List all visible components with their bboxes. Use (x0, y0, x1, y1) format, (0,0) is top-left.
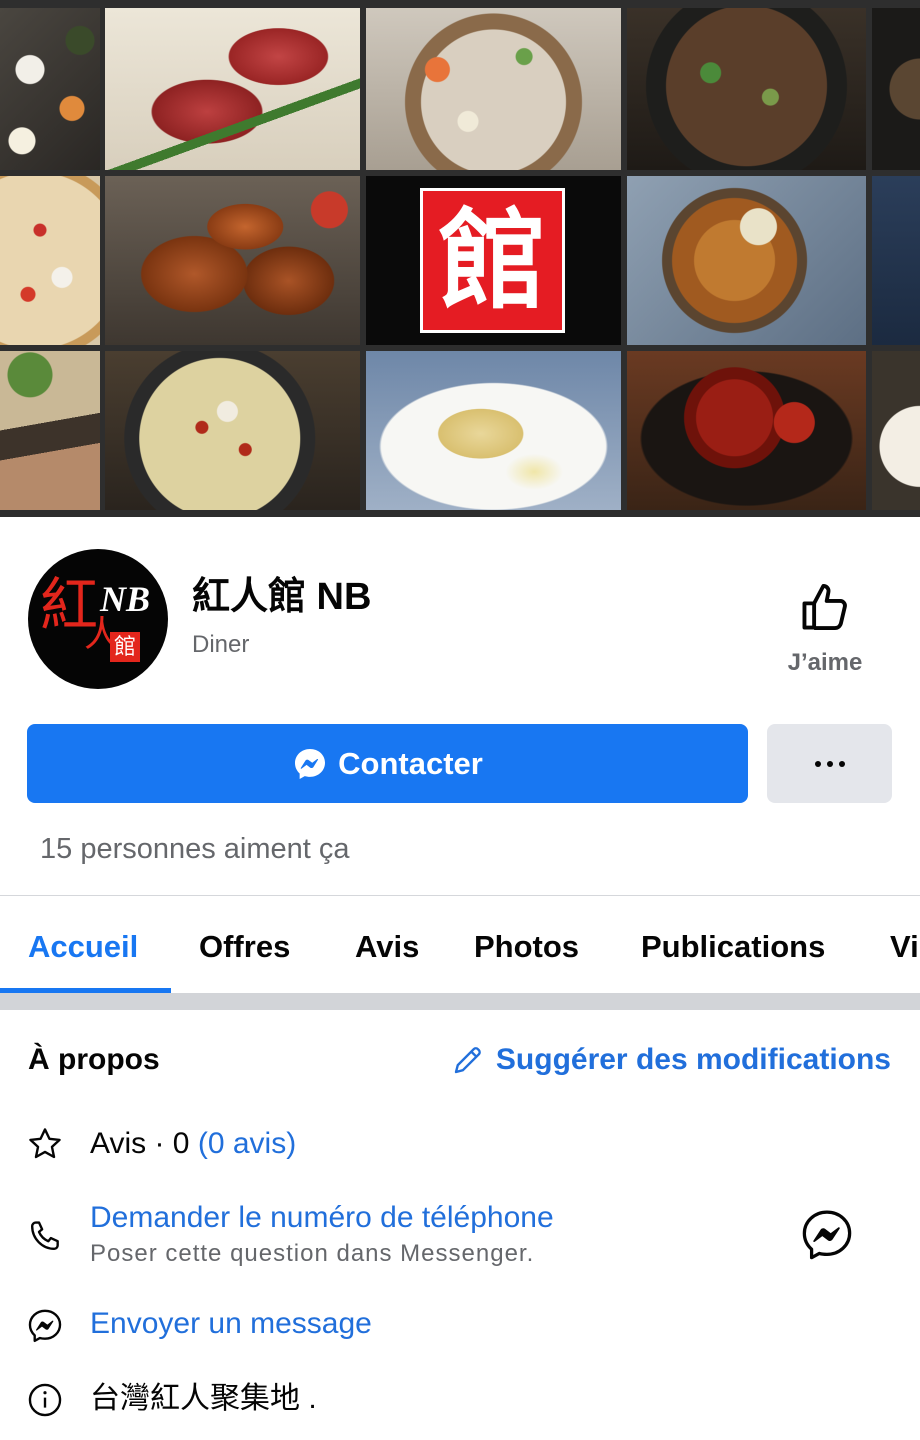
cover-photo-tile (872, 176, 920, 345)
cover-logo-tile: 館 (366, 176, 621, 345)
page-title: 紅人館 NB (192, 576, 372, 618)
cover-photo-tile (105, 351, 360, 510)
messenger-icon (295, 748, 326, 779)
contact-button[interactable]: Contacter (27, 724, 748, 803)
suggest-edits-link[interactable]: Suggérer des modifications (450, 1041, 891, 1079)
cover-photo-tile (0, 8, 100, 170)
avatar-logo-box: 館 (110, 632, 140, 662)
tab-reviews[interactable]: Avis (355, 927, 419, 967)
pencil-icon (454, 1047, 481, 1074)
star-icon (29, 1128, 61, 1159)
cover-photo[interactable]: 館 (0, 0, 920, 517)
like-button[interactable]: J’aime (770, 576, 880, 684)
tab-offers[interactable]: Offres (199, 927, 290, 967)
request-phone-hint: Poser cette question dans Messenger. (90, 1240, 535, 1267)
avatar[interactable]: 紅 人 NB 館 (28, 549, 168, 689)
reviews-link[interactable]: (0 avis) (198, 1127, 296, 1160)
cover-photo-tile (627, 351, 866, 510)
more-button[interactable] (767, 724, 892, 803)
contact-label: Contacter (338, 745, 483, 781)
tab-videos[interactable]: Vi (890, 927, 919, 967)
send-message-link[interactable]: Envoyer un message (90, 1305, 372, 1343)
messenger-icon (28, 1309, 62, 1343)
about-heading: À propos (28, 1043, 160, 1076)
cover-photo-tile (872, 351, 920, 510)
info-icon (28, 1383, 62, 1417)
tab-posts[interactable]: Publications (641, 927, 825, 967)
cover-photo-tile (366, 8, 621, 170)
cover-photo-tile (105, 8, 360, 170)
like-label: J’aime (787, 649, 863, 676)
section-separator (0, 993, 920, 1010)
cover-photo-tile (366, 351, 621, 510)
request-phone-link[interactable]: Demander le numéro de téléphone (90, 1199, 554, 1237)
tab-photos[interactable]: Photos (474, 927, 579, 967)
rating-text: Avis · 0 (90, 1127, 190, 1160)
cover-photo-tile (105, 176, 360, 345)
tab-bar: Accueil Offres Avis Photos Publications … (0, 896, 920, 993)
rating-row: Avis · 0 (0 avis) (90, 1125, 296, 1163)
avatar-logo-text: NB (100, 579, 151, 619)
cover-photo-tile (872, 8, 920, 170)
more-icon (814, 760, 845, 767)
suggest-edits-label: Suggérer des modifications (495, 1043, 891, 1076)
cover-photo-tile (627, 176, 866, 345)
likes-count[interactable]: 15 personnes aiment ça (40, 831, 350, 867)
messenger-icon[interactable] (799, 1207, 855, 1263)
thumbs-up-icon (802, 584, 847, 630)
cover-photo-tile (0, 351, 100, 510)
page-description: 台灣紅人聚集地 . (90, 1382, 317, 1415)
cover-photo-tile (0, 176, 100, 345)
tab-home[interactable]: Accueil (28, 927, 138, 967)
facebook-page: 館 紅 人 NB 館 紅人館 NB Diner J’aime Contacter (0, 0, 920, 1440)
phone-icon (30, 1221, 59, 1251)
page-category: Diner (192, 631, 250, 658)
cover-photo-tile (627, 8, 866, 170)
cover-logo: 館 (420, 188, 565, 333)
